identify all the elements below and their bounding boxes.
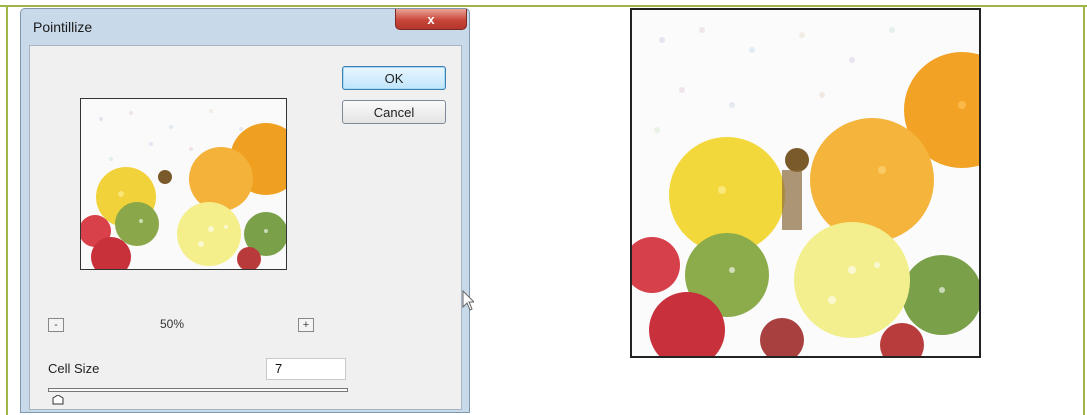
zoom-out-button[interactable]: - — [48, 318, 64, 332]
zoom-level: 50% — [160, 317, 185, 331]
preview-image — [79, 99, 302, 277]
cell-size-label: Cell Size — [48, 361, 100, 376]
pointillized-fruit-image — [632, 10, 979, 356]
filter-preview[interactable] — [79, 98, 302, 277]
pointillize-dialog: Pointillize x OK Cancel - 50% + Cell Siz… — [20, 8, 470, 413]
dialog-title: Pointillize — [33, 19, 93, 35]
ok-button[interactable]: OK — [342, 66, 446, 90]
page-frame-right — [1083, 5, 1085, 415]
cell-size-input[interactable]: 7 — [266, 358, 346, 380]
page-frame-left — [6, 5, 8, 415]
minus-icon: - — [54, 318, 58, 331]
result-image — [630, 8, 981, 358]
page-frame-top — [0, 5, 1087, 7]
plus-icon: + — [302, 318, 310, 331]
dialog-client-area: OK Cancel - 50% + Cell Size 7 — [29, 45, 462, 410]
mouse-cursor-icon — [462, 290, 474, 311]
cell-size-slider[interactable] — [48, 388, 348, 392]
zoom-in-button[interactable]: + — [298, 318, 314, 332]
cancel-button[interactable]: Cancel — [342, 100, 446, 124]
close-button[interactable]: x — [395, 9, 467, 30]
cell-size-slider-thumb[interactable] — [52, 395, 64, 405]
close-icon: x — [427, 11, 435, 27]
